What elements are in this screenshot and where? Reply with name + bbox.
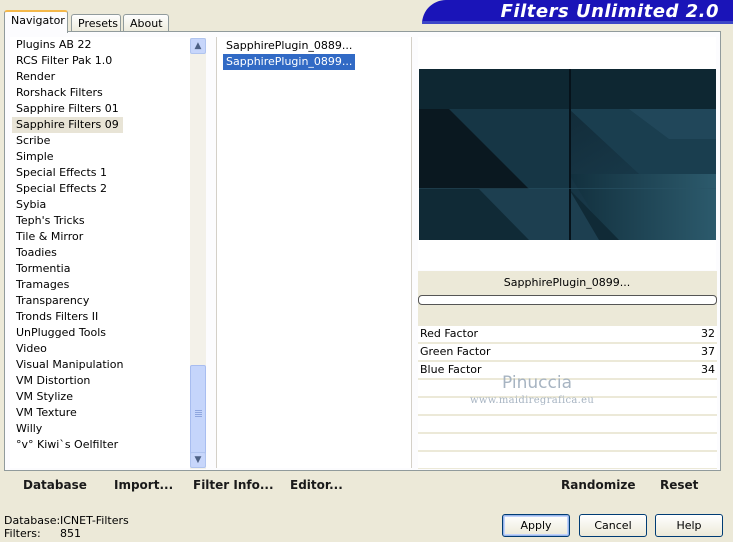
category-item[interactable]: VM Stylize bbox=[12, 389, 77, 405]
cancel-button[interactable]: Cancel bbox=[579, 514, 647, 537]
category-item[interactable]: Scribe bbox=[12, 133, 54, 149]
scroll-thumb[interactable] bbox=[190, 365, 206, 461]
status-value: 851 bbox=[60, 527, 81, 540]
category-item[interactable]: Special Effects 2 bbox=[12, 181, 111, 197]
preview-image bbox=[419, 69, 716, 240]
filter-info-button[interactable]: Filter Info... bbox=[193, 477, 274, 493]
category-item[interactable]: Teph's Tricks bbox=[12, 213, 89, 229]
param-label: Green Factor bbox=[420, 345, 491, 358]
category-item[interactable]: °v° Kiwi`s Oelfilter bbox=[12, 437, 122, 453]
category-scrollbar[interactable]: ▲ ▼ bbox=[190, 38, 206, 469]
import-button[interactable]: Import... bbox=[114, 477, 173, 493]
status-label: Filters: bbox=[4, 527, 41, 540]
category-item[interactable]: VM Texture bbox=[12, 405, 81, 421]
editor-button[interactable]: Editor... bbox=[290, 477, 343, 493]
category-item[interactable]: Tormentia bbox=[12, 261, 74, 277]
category-item[interactable]: VM Distortion bbox=[12, 373, 94, 389]
scroll-down-button[interactable]: ▼ bbox=[190, 452, 206, 468]
brand-title: Filters Unlimited 2.0 bbox=[500, 1, 719, 22]
param-row-empty bbox=[418, 416, 717, 433]
category-item[interactable]: Visual Manipulation bbox=[12, 357, 127, 373]
category-item[interactable]: Toadies bbox=[12, 245, 61, 261]
filter-list[interactable]: SapphirePlugin_0889... SapphirePlugin_08… bbox=[216, 37, 412, 468]
param-row-red[interactable]: Red Factor 32 bbox=[418, 326, 717, 343]
help-button[interactable]: Help bbox=[655, 514, 723, 537]
category-item[interactable]: Plugins AB 22 bbox=[12, 37, 95, 53]
param-row-green[interactable]: Green Factor 37 bbox=[418, 344, 717, 361]
param-row-empty bbox=[418, 452, 717, 469]
category-item[interactable]: Rorshack Filters bbox=[12, 85, 107, 101]
randomize-button[interactable]: Randomize bbox=[561, 477, 635, 493]
category-item[interactable]: Simple bbox=[12, 149, 58, 165]
brand-banner: Filters Unlimited 2.0 bbox=[422, 0, 733, 24]
category-item[interactable]: Transparency bbox=[12, 293, 93, 309]
category-item[interactable]: Willy bbox=[12, 421, 46, 437]
param-value: 34 bbox=[701, 363, 715, 376]
category-item-selected[interactable]: Sapphire Filters 09 bbox=[12, 117, 123, 133]
category-item[interactable]: Tramages bbox=[12, 277, 73, 293]
status-database: Database: ICNET-Filters bbox=[4, 514, 129, 527]
status-label: Database: bbox=[4, 514, 61, 527]
param-label: Red Factor bbox=[420, 327, 479, 340]
status-value: ICNET-Filters bbox=[60, 514, 129, 527]
category-item[interactable]: Video bbox=[12, 341, 51, 357]
category-item[interactable]: Sybia bbox=[12, 197, 50, 213]
chevron-down-icon: ▼ bbox=[194, 455, 202, 465]
apply-button[interactable]: Apply bbox=[502, 514, 570, 537]
category-item[interactable]: Tronds Filters II bbox=[12, 309, 102, 325]
chevron-up-icon: ▲ bbox=[194, 41, 202, 51]
category-list[interactable]: Plugins AB 22 RCS Filter Pak 1.0 Render Ror… bbox=[10, 37, 205, 468]
tab-navigator[interactable]: Navigator bbox=[4, 10, 68, 33]
category-item[interactable]: RCS Filter Pak 1.0 bbox=[12, 53, 116, 69]
category-item[interactable]: Sapphire Filters 01 bbox=[12, 101, 123, 117]
category-item[interactable]: Render bbox=[12, 69, 59, 85]
reset-button[interactable]: Reset bbox=[660, 477, 698, 493]
filter-item-selected[interactable]: SapphirePlugin_0899... bbox=[221, 53, 357, 71]
progress-bar bbox=[418, 295, 717, 305]
param-value: 32 bbox=[701, 327, 715, 340]
scroll-up-button[interactable]: ▲ bbox=[190, 38, 206, 54]
category-item[interactable]: Special Effects 1 bbox=[12, 165, 111, 181]
preview-graphic bbox=[419, 69, 716, 240]
database-button[interactable]: Database bbox=[23, 477, 87, 493]
filter-item[interactable]: SapphirePlugin_0889... bbox=[223, 38, 355, 54]
category-item[interactable]: Tile & Mirror bbox=[12, 229, 87, 245]
watermark-url: www.maidiregrafica.eu bbox=[470, 395, 595, 406]
param-value: 37 bbox=[701, 345, 715, 358]
grip-icon bbox=[195, 410, 202, 411]
category-item[interactable]: UnPlugged Tools bbox=[12, 325, 110, 341]
status-filters: Filters: 851 bbox=[4, 527, 81, 540]
watermark-name: Pinuccia bbox=[502, 373, 572, 393]
current-filter-name: SapphirePlugin_0899... bbox=[503, 276, 631, 289]
param-label: Blue Factor bbox=[420, 363, 482, 376]
param-row-empty bbox=[418, 434, 717, 451]
